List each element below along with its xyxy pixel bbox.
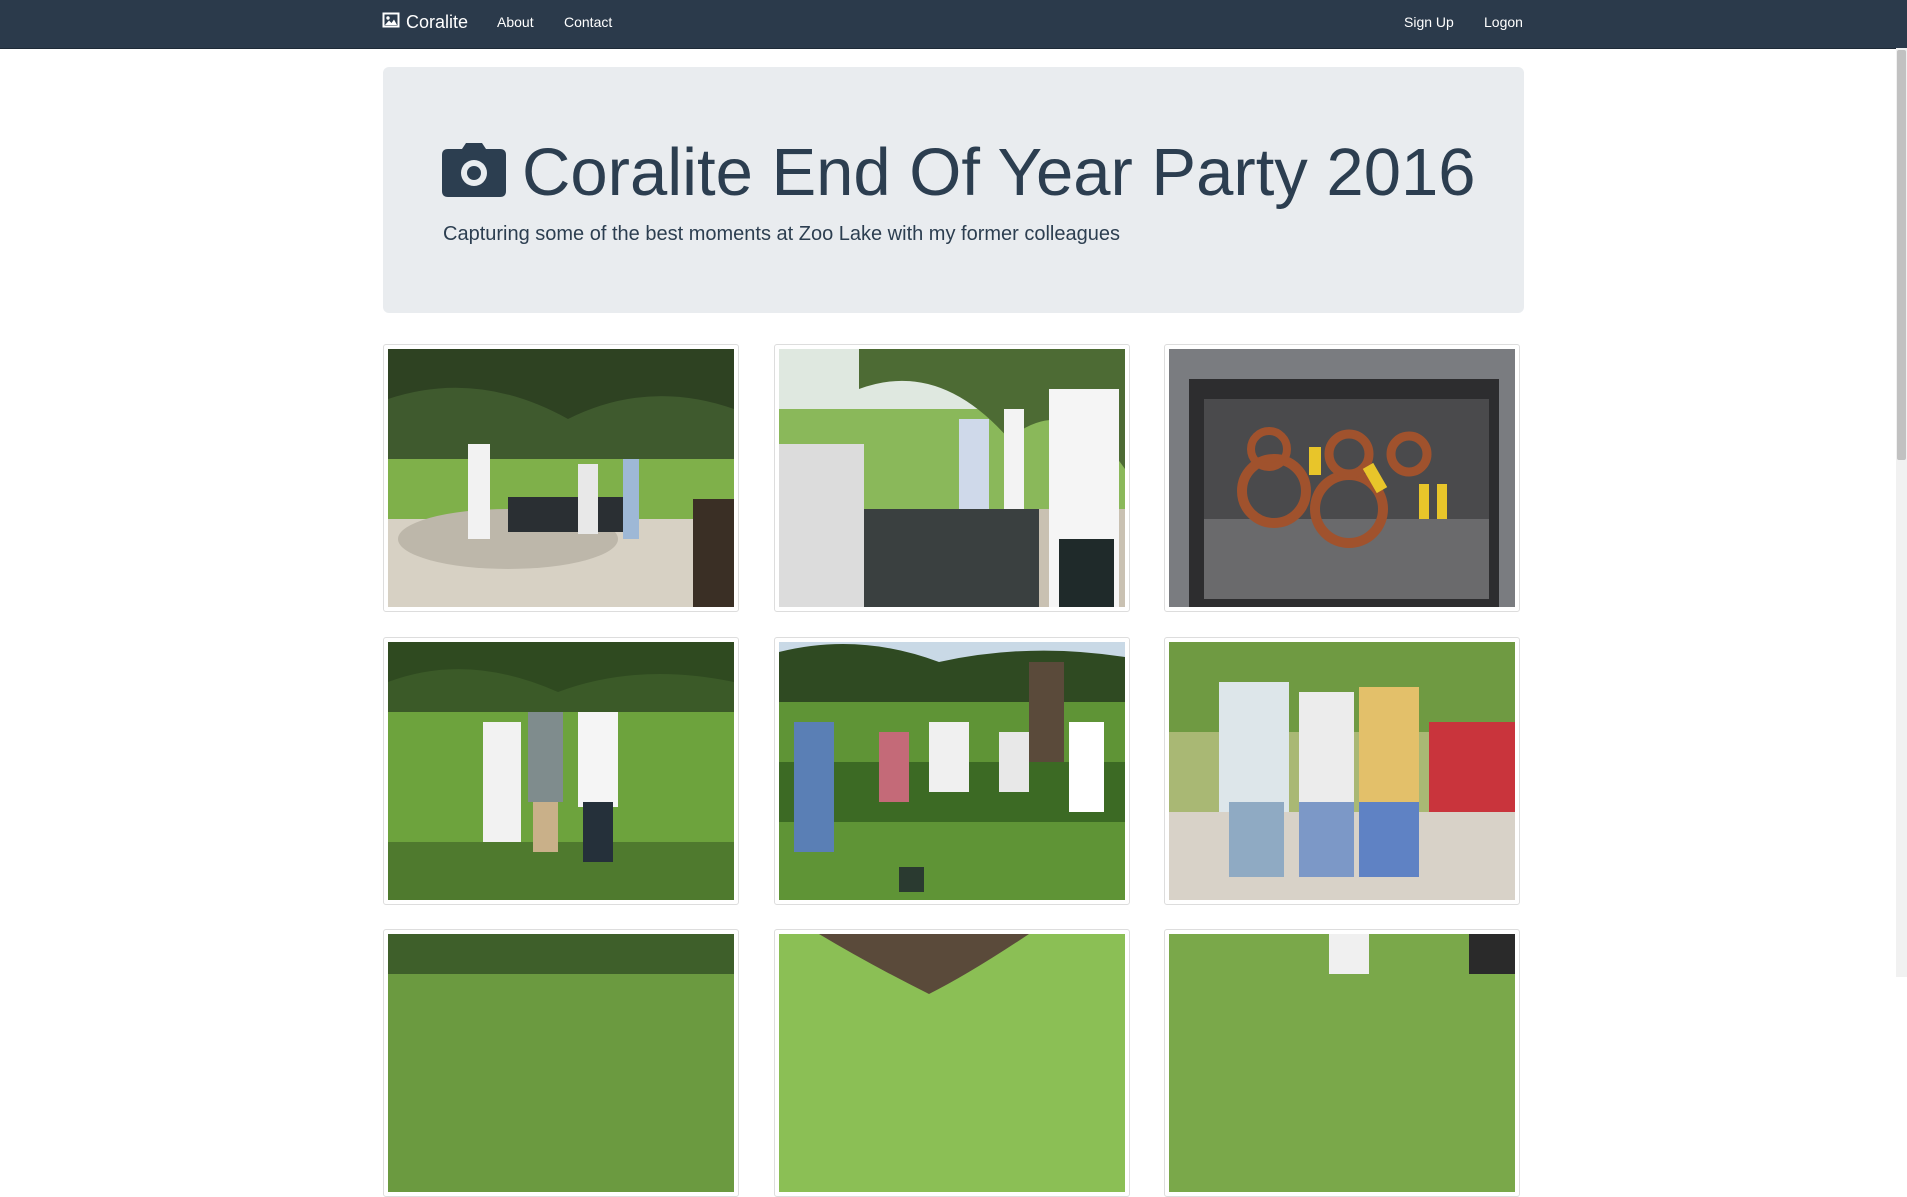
page-scrollbar[interactable] bbox=[1896, 48, 1907, 977]
hero-jumbotron: Coralite End Of Year Party 2016 Capturin… bbox=[383, 67, 1524, 313]
photo-picnic-table bbox=[388, 349, 734, 607]
photo-preparing-table bbox=[779, 349, 1125, 607]
nav-sign-up[interactable]: Sign Up bbox=[1404, 14, 1454, 30]
gallery-thumbnail[interactable] bbox=[774, 344, 1130, 612]
hero-lead: Capturing some of the best moments at Zo… bbox=[443, 223, 1120, 245]
nav-about[interactable]: About bbox=[497, 14, 534, 30]
photo-group-seated bbox=[779, 642, 1125, 900]
photo-three-seated-friends bbox=[1169, 642, 1515, 900]
gallery-thumbnail[interactable] bbox=[383, 344, 739, 612]
nav-logon[interactable]: Logon bbox=[1484, 14, 1523, 30]
brand-name: Coralite bbox=[406, 12, 469, 32]
photo-three-friends bbox=[388, 642, 734, 900]
hero-title-row: Coralite End Of Year Party 2016 bbox=[442, 139, 1475, 206]
gallery-thumbnail[interactable] bbox=[774, 637, 1130, 905]
camera-icon bbox=[442, 143, 506, 202]
gallery-thumbnail[interactable] bbox=[383, 637, 739, 905]
navbar-inner: Coralite About Contact Sign Up Logon bbox=[382, 0, 1524, 48]
nav-contact[interactable]: Contact bbox=[564, 14, 612, 30]
photo-tree-trunk bbox=[779, 934, 1125, 1192]
gallery-thumbnail[interactable] bbox=[383, 929, 739, 1197]
gallery-thumbnail[interactable] bbox=[1164, 929, 1520, 1197]
brand-link[interactable]: Coralite bbox=[382, 12, 468, 33]
scrollbar-thumb[interactable] bbox=[1897, 50, 1906, 460]
photo-braai-grill bbox=[1169, 349, 1515, 607]
gallery-thumbnail[interactable] bbox=[1164, 344, 1520, 612]
navbar: Coralite About Contact Sign Up Logon bbox=[0, 0, 1907, 49]
photo-park-trees bbox=[388, 934, 734, 1192]
gallery-thumbnail[interactable] bbox=[1164, 637, 1520, 905]
picture-icon bbox=[382, 12, 406, 33]
page-title: Coralite End Of Year Party 2016 bbox=[522, 135, 1476, 210]
photo-people-in-park bbox=[1169, 934, 1515, 1192]
gallery-thumbnail[interactable] bbox=[774, 929, 1130, 1197]
